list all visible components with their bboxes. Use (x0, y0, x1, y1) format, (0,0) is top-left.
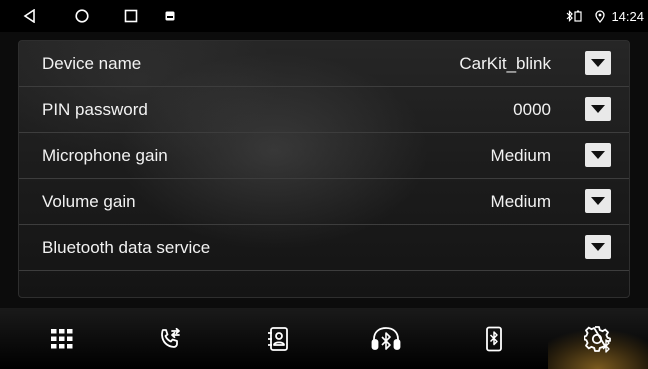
bluetooth-settings-panel: Device name CarKit_blink PIN password 00… (18, 40, 630, 298)
chevron-down-icon (591, 151, 605, 159)
setting-label: Bluetooth data service (42, 238, 211, 257)
setting-value: Medium (490, 192, 551, 211)
chevron-down-icon (591, 59, 605, 67)
bluetooth-settings-icon (584, 325, 612, 353)
setting-label: PIN password (42, 100, 148, 119)
bottom-dock (0, 308, 648, 369)
chevron-down-icon (591, 105, 605, 113)
back-icon[interactable] (18, 0, 42, 32)
setting-label: Device name (42, 54, 142, 73)
notification-icon (158, 0, 182, 32)
location-pin-icon (595, 9, 606, 23)
bluetooth-device-icon (485, 326, 503, 352)
bluetooth-music-icon (371, 326, 401, 352)
home-icon[interactable] (70, 0, 94, 32)
recent-apps-icon[interactable] (119, 0, 143, 32)
setting-label: Microphone gain (42, 146, 168, 165)
dock-dialpad[interactable] (8, 308, 116, 369)
setting-value: 0000 (513, 100, 551, 119)
contacts-icon (266, 326, 290, 352)
dropdown-button[interactable] (585, 51, 611, 75)
dialpad-icon (51, 328, 73, 349)
setting-value: Medium (490, 146, 551, 165)
setting-label: Volume gain (42, 192, 136, 211)
setting-row-device-name[interactable]: Device name CarKit_blink (19, 41, 629, 87)
dock-bluetooth-music[interactable] (332, 308, 440, 369)
chevron-down-icon (591, 243, 605, 251)
setting-row-bluetooth-data-service[interactable]: Bluetooth data service (19, 225, 629, 271)
clock: 14:24 (611, 8, 644, 24)
setting-value: CarKit_blink (459, 54, 551, 73)
dock-bluetooth-device[interactable] (440, 308, 548, 369)
dropdown-button[interactable] (585, 189, 611, 213)
status-bar: 14:24 (0, 0, 648, 32)
call-log-icon (158, 327, 182, 351)
dock-contacts[interactable] (224, 308, 332, 369)
dock-bluetooth-settings[interactable] (548, 308, 648, 369)
dropdown-button[interactable] (585, 97, 611, 121)
setting-row-microphone-gain[interactable]: Microphone gain Medium (19, 133, 629, 179)
dropdown-button[interactable] (585, 235, 611, 259)
bluetooth-battery-icon (565, 9, 583, 23)
dropdown-button[interactable] (585, 143, 611, 167)
chevron-down-icon (591, 197, 605, 205)
setting-row-volume-gain[interactable]: Volume gain Medium (19, 179, 629, 225)
setting-row-pin-password[interactable]: PIN password 0000 (19, 87, 629, 133)
dock-call-log[interactable] (116, 308, 224, 369)
